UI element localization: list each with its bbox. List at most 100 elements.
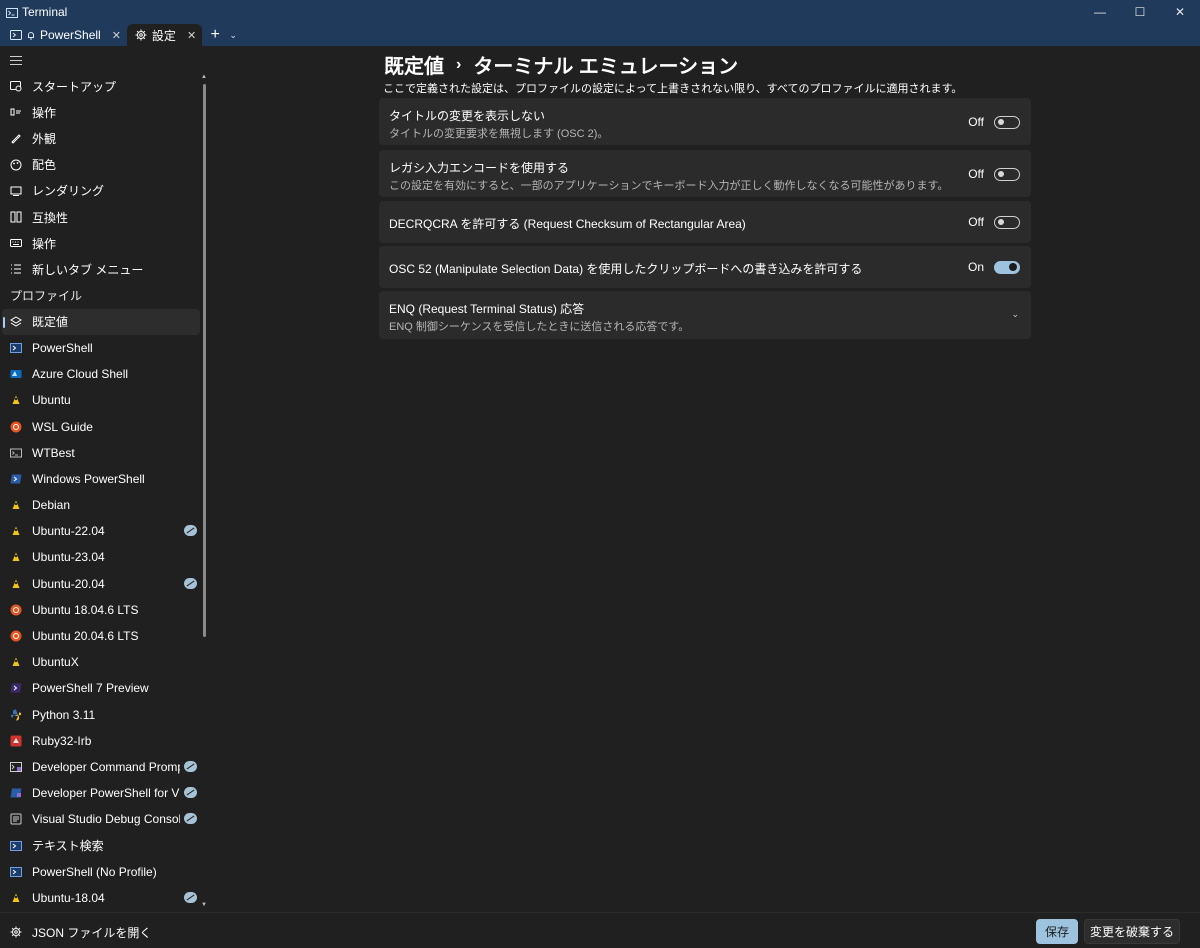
setting-card-enq-response[interactable]: ENQ (Request Terminal Status) 応答 ENQ 制御シ…	[379, 291, 1031, 339]
title-bar: Terminal — ☐ ✕	[0, 0, 1200, 24]
sidebar-item-settings-1[interactable]: 操作	[0, 99, 202, 125]
sidebar-item-label: Python 3.11	[32, 707, 96, 722]
linux-icon	[10, 656, 22, 668]
settings-sidebar: スタートアップ 操作 外観 配色 レンダリング 互換性 操作 新しいタブ メニュー プロファイル…	[0, 46, 210, 912]
sidebar-item-profile-18[interactable]: Developer PowerShell for VS	[0, 780, 202, 806]
azure-icon	[10, 368, 22, 380]
windows-powershell-icon	[10, 473, 22, 485]
toggle-state-label: Off	[968, 167, 984, 181]
sidebar-item-label: Ubuntu-20.04	[32, 576, 105, 591]
tab-strip: PowerShell ✕ 設定 ✕ + ⌄	[0, 24, 1200, 46]
sidebar-item-profile-16[interactable]: Ruby32-Irb	[0, 728, 202, 754]
breadcrumb-item-current: ターミナル エミュレーション	[473, 56, 739, 78]
sidebar-item-profile-17[interactable]: Developer Command Prompt	[0, 754, 202, 780]
sidebar-item-profile-8[interactable]: Ubuntu-22.04	[0, 518, 202, 544]
sidebar-item-settings-2[interactable]: 外観	[0, 125, 202, 151]
color-scheme-icon	[10, 159, 22, 171]
developer-powershell-icon	[10, 787, 22, 799]
toggle-switch[interactable]	[994, 115, 1020, 129]
sidebar-item-settings-0[interactable]: スタートアップ	[0, 73, 202, 99]
sidebar-item-profile-21[interactable]: PowerShell (No Profile)	[0, 859, 202, 885]
sidebar-scrollbar[interactable]: ▲ ▼	[201, 74, 207, 908]
sidebar-item-label: Developer Command Prompt	[32, 759, 180, 774]
sidebar-item-profile-9[interactable]: Ubuntu-23.04	[0, 544, 202, 570]
sidebar-item-label: Developer PowerShell for VS	[32, 786, 180, 801]
sidebar-item-label: UbuntuX	[32, 655, 79, 670]
actions-icon	[10, 237, 22, 249]
sidebar-item-profile-15[interactable]: Python 3.11	[0, 702, 202, 728]
breadcrumb: 既定値 › ターミナル エミュレーション	[384, 50, 738, 79]
sidebar-item-profile-1[interactable]: PowerShell	[0, 335, 202, 361]
powershell-icon	[10, 840, 22, 852]
terminal-app-icon	[6, 7, 18, 18]
sidebar-item-profile-20[interactable]: テキスト検索	[0, 832, 202, 858]
sidebar-item-profile-14[interactable]: PowerShell 7 Preview	[0, 675, 202, 701]
gear-icon	[135, 29, 147, 41]
toggle-state-label: Off	[968, 115, 984, 129]
sidebar-item-label: スタートアップ	[32, 79, 117, 94]
toggle-state-label: Off	[968, 215, 984, 229]
sidebar-item-settings-7[interactable]: 新しいタブ メニュー	[0, 256, 202, 282]
open-json-file-button[interactable]: JSON ファイルを開く	[10, 922, 151, 942]
sidebar-item-profile-11[interactable]: Ubuntu 18.04.6 LTS	[0, 597, 202, 623]
sidebar-item-label: 既定値	[32, 315, 69, 330]
sidebar-item-label: Debian	[32, 498, 71, 513]
toggle-switch[interactable]	[994, 215, 1020, 229]
close-tab-icon[interactable]: ✕	[112, 29, 121, 42]
breadcrumb-item-defaults[interactable]: 既定値	[384, 50, 444, 79]
sidebar-item-profile-0[interactable]: 既定値	[2, 308, 200, 335]
close-window-button[interactable]: ✕	[1160, 0, 1200, 24]
sidebar-item-profile-4[interactable]: WSL Guide	[0, 413, 202, 439]
setting-subtitle: タイトルの変更要求を無視します (OSC 2)。	[389, 128, 609, 140]
sidebar-item-settings-6[interactable]: 操作	[0, 230, 202, 256]
sidebar-item-label: PowerShell	[32, 340, 93, 355]
developer-cmd-icon	[10, 761, 22, 773]
sidebar-item-profile-3[interactable]: Ubuntu	[0, 387, 202, 413]
maximize-button[interactable]: ☐	[1120, 0, 1160, 24]
bell-icon	[27, 29, 35, 41]
discard-changes-button[interactable]: 変更を破棄する	[1084, 919, 1180, 944]
scroll-up-icon[interactable]: ▲	[201, 74, 207, 80]
tab-powershell[interactable]: PowerShell ✕	[2, 24, 127, 46]
tab-settings[interactable]: 設定 ✕	[126, 24, 203, 46]
sidebar-item-label: テキスト検索	[32, 839, 104, 854]
chevron-down-icon[interactable]: ⌄	[1011, 309, 1019, 320]
sidebar-item-label: Ubuntu	[32, 393, 71, 408]
profiles-section-header: プロファイル	[10, 289, 83, 304]
sidebar-item-settings-3[interactable]: 配色	[0, 152, 202, 178]
sidebar-item-profile-6[interactable]: Windows PowerShell	[0, 466, 202, 492]
sidebar-item-profile-19[interactable]: Visual Studio Debug Console	[0, 806, 202, 832]
hidden-profile-icon	[184, 891, 197, 903]
minimize-button[interactable]: —	[1080, 0, 1120, 24]
sidebar-item-settings-5[interactable]: 互換性	[0, 204, 202, 230]
linux-icon	[10, 499, 22, 511]
hamburger-menu-icon[interactable]	[10, 56, 22, 65]
page-description: ここで定義された設定は、プロファイルの設定によって上書きされない限り、すべてのプ…	[383, 83, 963, 95]
sidebar-item-label: 操作	[32, 105, 57, 120]
setting-card-decrqcra: DECRQCRA を許可する (Request Checksum of Rect…	[379, 201, 1031, 243]
save-button[interactable]: 保存	[1036, 919, 1078, 944]
toggle-switch[interactable]	[994, 167, 1020, 181]
sidebar-item-profile-12[interactable]: Ubuntu 20.04.6 LTS	[0, 623, 202, 649]
toggle-switch[interactable]	[994, 260, 1020, 274]
tab-dropdown-button[interactable]: ⌄	[226, 24, 240, 46]
sidebar-item-label: 配色	[32, 158, 57, 173]
sidebar-item-label: 外観	[32, 131, 57, 146]
sidebar-item-profile-2[interactable]: Azure Cloud Shell	[0, 361, 202, 387]
sidebar-item-label: Ruby32-Irb	[32, 733, 92, 748]
sidebar-item-profile-5[interactable]: WTBest	[0, 440, 202, 466]
scroll-down-icon[interactable]: ▼	[201, 902, 207, 908]
sidebar-item-label: Ubuntu-18.04	[32, 890, 105, 905]
sidebar-item-profile-10[interactable]: Ubuntu-20.04	[0, 571, 202, 597]
tab-label: 設定	[151, 28, 176, 43]
sidebar-item-profile-13[interactable]: UbuntuX	[0, 649, 202, 675]
scrollbar-thumb[interactable]	[203, 84, 206, 637]
close-tab-icon[interactable]: ✕	[187, 29, 196, 42]
sidebar-item-label: PowerShell 7 Preview	[32, 681, 149, 696]
setting-card-suppress-title-change: タイトルの変更を表示しない タイトルの変更要求を無視します (OSC 2)。 O…	[379, 98, 1031, 145]
sidebar-item-settings-4[interactable]: レンダリング	[0, 178, 202, 204]
sidebar-item-profile-22[interactable]: Ubuntu-18.04	[0, 885, 202, 911]
new-tab-menu-icon	[10, 263, 22, 275]
new-tab-button[interactable]: +	[204, 24, 226, 46]
sidebar-item-profile-7[interactable]: Debian	[0, 492, 202, 518]
